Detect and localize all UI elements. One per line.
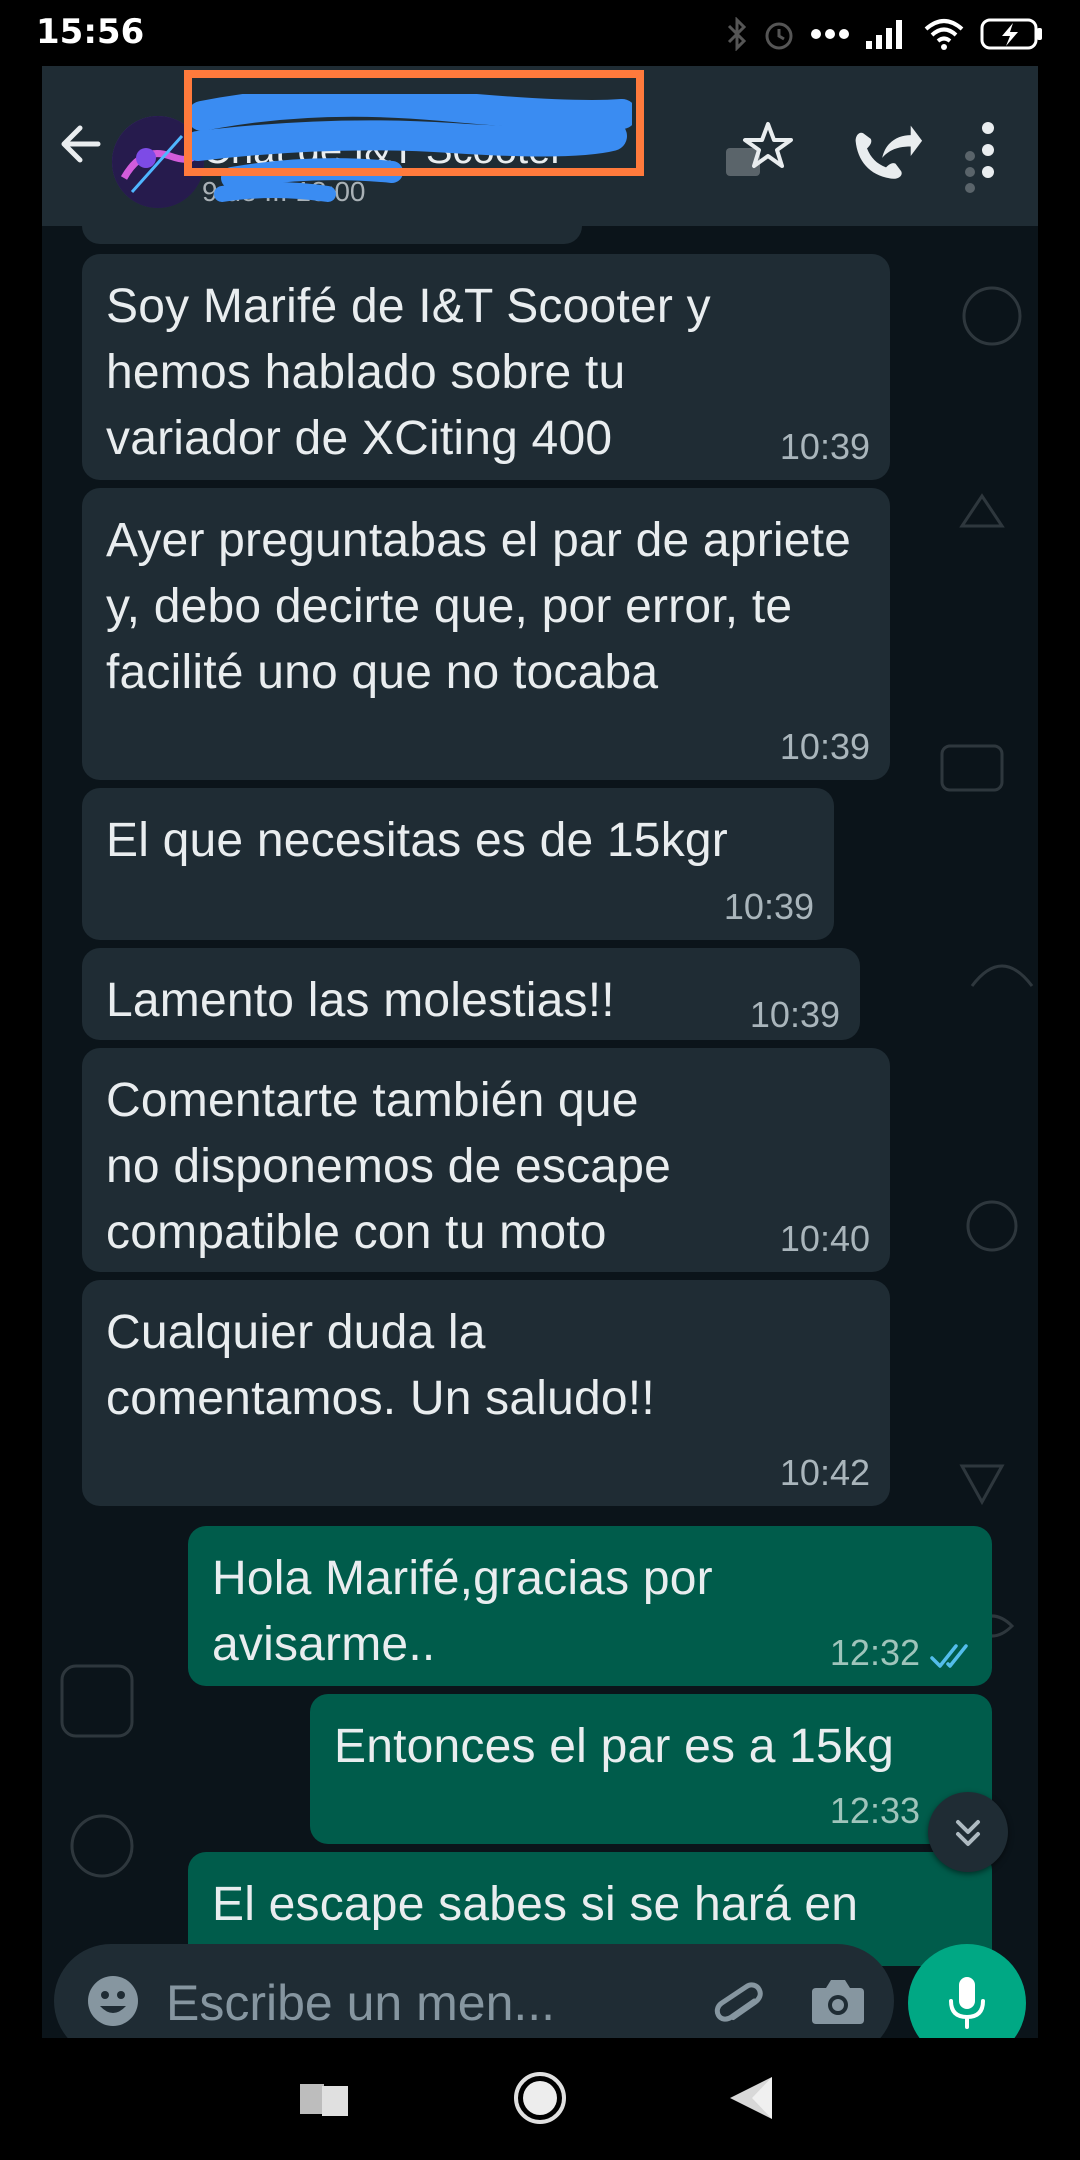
message-text: Cualquier duda la comentamos. Un saludo!… (106, 1306, 655, 1425)
message-bubble-incoming[interactable]: Ayer preguntabas el par de apriete y, de… (82, 488, 890, 780)
status-bar: 15:56 (0, 0, 1080, 66)
emoji-icon[interactable] (86, 1974, 140, 2028)
status-icons (726, 12, 1044, 56)
message-text: El escape sabes si se hará en (212, 1878, 859, 1931)
signal-icon (866, 20, 902, 49)
message-time: 10:39 (779, 426, 870, 467)
message-time: 10:39 (779, 726, 870, 767)
message-bubble-incoming[interactable]: Lamento las molestias!! 10:39 (82, 948, 860, 1040)
message-bubble-incoming[interactable]: Cualquier duda la comentamos. Un saludo!… (82, 1280, 890, 1506)
scroll-to-bottom-button[interactable] (928, 1792, 1008, 1872)
message-bubble-incoming[interactable]: Comentarte también que no disponemos de … (82, 1048, 890, 1272)
message-text: Comentarte también que no disponemos de … (106, 1074, 671, 1259)
recents-button[interactable] (294, 2068, 354, 2128)
chat-header: Chat de I&T Scooter 9 de ... 18:00 (42, 66, 1038, 226)
battery-icon (980, 18, 1042, 50)
more-notifications-icon (811, 29, 849, 39)
star-icon (726, 122, 793, 176)
message-time: 10:39 (723, 886, 814, 927)
chat-app: Chat de I&T Scooter 9 de ... 18:00 Soy M… (42, 66, 1038, 2038)
more-options-button[interactable] (962, 118, 1002, 194)
message-bubble-outgoing[interactable]: Entonces el par es a 15kg 12:33 (310, 1694, 992, 1844)
message-input[interactable] (164, 1972, 728, 2034)
mic-icon (949, 1977, 985, 2029)
read-ticks-icon (930, 1644, 968, 1668)
message-text: Lamento las molestias!! (106, 974, 615, 1027)
message-time: 12:32 (829, 1632, 920, 1673)
video-star-button[interactable] (722, 118, 798, 194)
screen: 15:56 Chat de I&T Scooter 9 de ... 18:00… (0, 0, 1080, 2160)
back-arrow-icon[interactable] (52, 114, 112, 174)
message-time: 12:33 (829, 1790, 920, 1831)
attach-icon[interactable] (708, 1972, 766, 2030)
back-nav-icon (730, 2077, 772, 2119)
message-composer (42, 1944, 1038, 2038)
bluetooth-icon (727, 17, 747, 51)
status-time: 15:56 (36, 12, 145, 52)
more-vert-icon (965, 122, 994, 193)
home-button[interactable] (510, 2068, 570, 2128)
camera-icon[interactable] (810, 1974, 866, 2028)
message-time: 10:42 (779, 1452, 870, 1493)
forward-icon (855, 125, 923, 179)
previous-message-bubble (82, 226, 582, 244)
message-input-pill (54, 1944, 894, 2038)
message-bubble-incoming[interactable]: El que necesitas es de 15kgr 10:39 (82, 788, 834, 940)
message-time: 10:39 (749, 994, 840, 1035)
system-nav-bar (0, 2038, 1080, 2160)
alarm-icon (765, 22, 793, 50)
redaction-box (184, 70, 644, 176)
chat-area[interactable]: Soy Marifé de I&T Scooter y hemos hablad… (42, 226, 1038, 1966)
message-text: Ayer preguntabas el par de apriete y, de… (106, 514, 852, 699)
message-text: El que necesitas es de 15kgr (106, 814, 728, 867)
message-text: Entonces el par es a 15kg (334, 1720, 895, 1773)
back-button[interactable] (720, 2068, 780, 2128)
recents-icon (300, 2084, 348, 2116)
home-icon (514, 2072, 566, 2124)
wifi-icon (924, 19, 964, 50)
message-text: Hola Marifé,gracias por avisarme.. (212, 1552, 713, 1671)
message-bubble-incoming[interactable]: Soy Marifé de I&T Scooter y hemos hablad… (82, 254, 890, 480)
scroll-down-icon (956, 1820, 980, 1846)
forward-button[interactable] (848, 118, 924, 194)
message-time: 10:40 (779, 1218, 870, 1259)
message-text: Soy Marifé de I&T Scooter y hemos hablad… (106, 280, 711, 465)
message-bubble-outgoing[interactable]: Hola Marifé,gracias por avisarme.. 12:32 (188, 1526, 992, 1686)
